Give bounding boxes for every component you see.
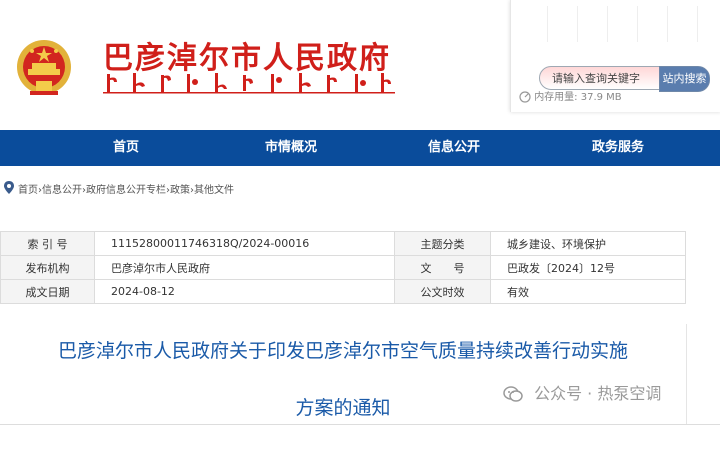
label-doc-number: 文 号 bbox=[394, 255, 491, 280]
document-info-table: 索 引 号 11152800011746318Q/2024-00016 主题分类… bbox=[0, 231, 686, 304]
table-row: 索 引 号 11152800011746318Q/2024-00016 主题分类… bbox=[0, 231, 686, 256]
document-title: 巴彦淖尔市人民政府关于印发巴彦淖尔市空气质量持续改善行动实施 bbox=[57, 340, 628, 362]
thumbnail[interactable] bbox=[669, 6, 698, 42]
thumbnail[interactable] bbox=[639, 6, 668, 42]
label-topic: 主题分类 bbox=[394, 231, 491, 256]
watermark-text: 公众号 · 热泵空调 bbox=[534, 384, 662, 403]
breadcrumb-text[interactable]: 首页›信息公开›政府信息公开专栏›政策›其他文件 bbox=[18, 181, 234, 196]
table-row: 成文日期 2024-08-12 公文时效 有效 bbox=[0, 279, 686, 304]
value-validity: 有效 bbox=[490, 279, 686, 304]
nav-item-gov-services[interactable]: 政务服务 bbox=[592, 130, 644, 166]
search-field[interactable]: 请输入查询关键字 bbox=[539, 66, 667, 90]
thumbnail[interactable] bbox=[609, 6, 638, 42]
value-publisher: 巴彦淖尔市人民政府 bbox=[94, 255, 395, 280]
label-date: 成文日期 bbox=[0, 279, 95, 304]
value-topic: 城乡建设、环境保护 bbox=[490, 231, 686, 256]
content-area bbox=[0, 424, 720, 463]
browser-popup-overlay: 请输入查询关键字 站内搜索 内存用量: 37.9 MB bbox=[510, 0, 720, 112]
memory-usage-text: 内存用量: 37.9 MB bbox=[534, 92, 622, 103]
value-index: 11152800011746318Q/2024-00016 bbox=[94, 231, 395, 256]
wechat-watermark: 公众号 · 热泵空调 bbox=[503, 380, 661, 404]
national-emblem-icon bbox=[17, 40, 71, 95]
label-validity: 公文时效 bbox=[394, 279, 491, 304]
main-nav: 首页 市情概况 信息公开 政务服务 bbox=[0, 130, 720, 166]
location-pin-icon bbox=[4, 181, 14, 194]
divider bbox=[686, 324, 720, 424]
nav-item-city-overview[interactable]: 市情概况 bbox=[265, 130, 317, 166]
value-date: 2024-08-12 bbox=[94, 279, 395, 304]
nav-item-home[interactable]: 首页 bbox=[113, 130, 139, 166]
thumbnail[interactable] bbox=[519, 6, 548, 42]
search-input[interactable]: 请输入查询关键字 bbox=[552, 70, 640, 86]
thumbnail[interactable] bbox=[579, 6, 608, 42]
site-header: 巴彦淖尔市人民政府 请输入查询关键字 站内搜索 内存用量: 37.9 MB bbox=[0, 0, 720, 130]
memory-gauge-icon bbox=[519, 91, 531, 103]
memory-usage: 内存用量: 37.9 MB bbox=[519, 88, 622, 103]
table-row: 发布机构 巴彦淖尔市人民政府 文 号 巴政发〔2024〕12号 bbox=[0, 255, 686, 280]
mongolian-script-logo bbox=[103, 73, 395, 94]
wechat-icon bbox=[503, 386, 523, 402]
thumbnail[interactable] bbox=[549, 6, 578, 42]
nav-item-info-disclosure[interactable]: 信息公开 bbox=[428, 130, 480, 166]
value-doc-number: 巴政发〔2024〕12号 bbox=[490, 255, 686, 280]
thumbnail-strip bbox=[511, 0, 720, 56]
site-search-button[interactable]: 站内搜索 bbox=[659, 66, 710, 92]
label-index: 索 引 号 bbox=[0, 231, 95, 256]
label-publisher: 发布机构 bbox=[0, 255, 95, 280]
